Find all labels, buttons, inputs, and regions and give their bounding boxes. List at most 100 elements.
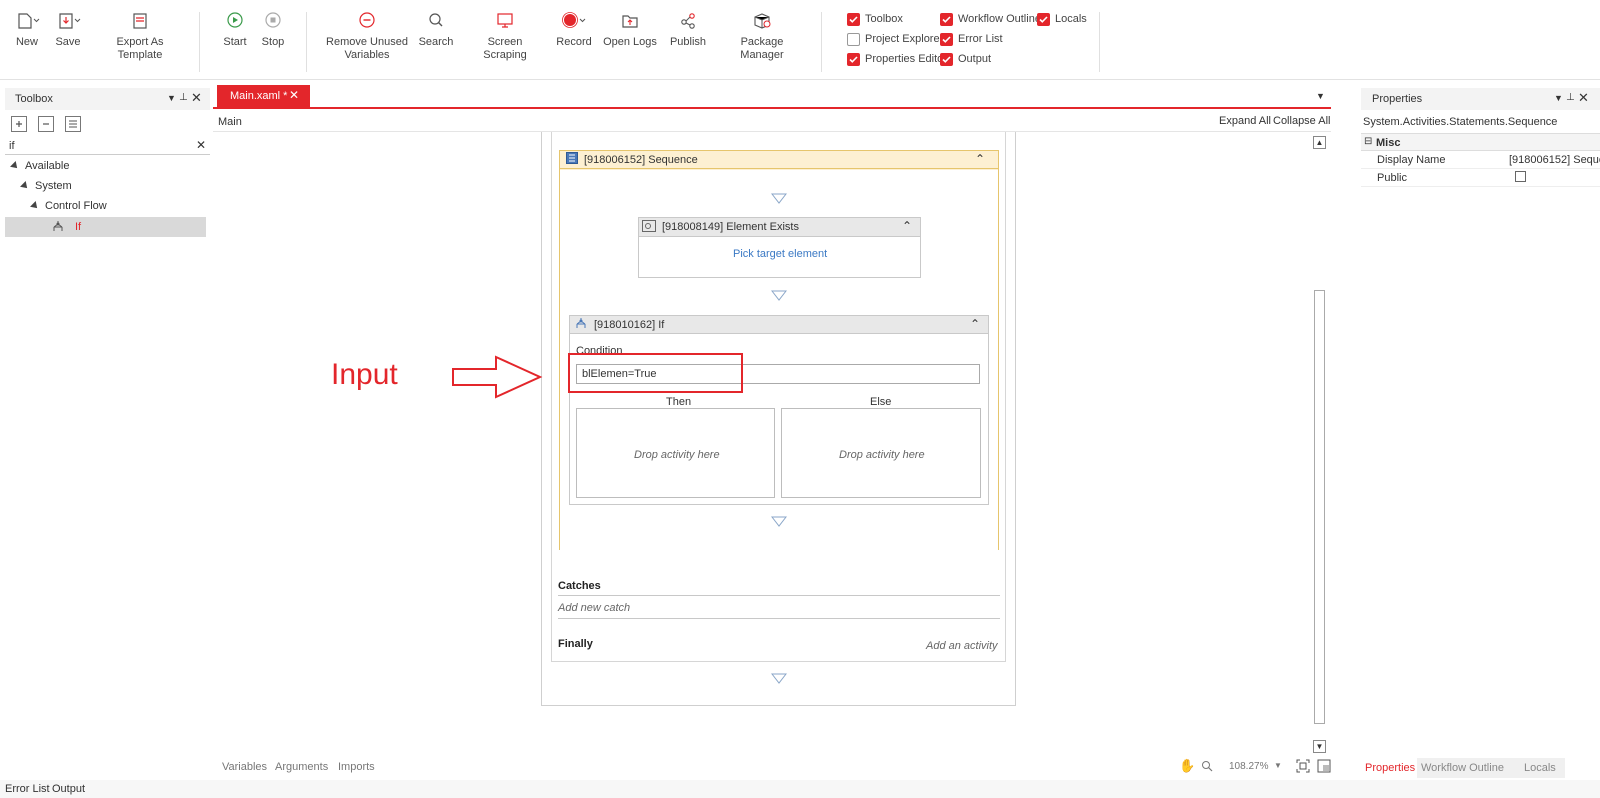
designer-scrollbar[interactable]: ▲ ▼ [1313, 136, 1326, 756]
collapse-icon[interactable]: ⌃ [970, 317, 980, 331]
toolbox-toggle[interactable]: Toolbox [847, 12, 903, 26]
remove-unused-variables-button[interactable]: Remove Unused Variables [325, 10, 409, 62]
catches-label: Catches [558, 580, 601, 592]
search-button[interactable]: Search [418, 10, 454, 49]
collapse-all-link[interactable]: Collapse All [1273, 115, 1330, 127]
close-icon[interactable]: ✕ [1578, 90, 1589, 106]
else-drop-zone[interactable]: Drop activity here [781, 408, 981, 498]
tab-locals[interactable]: Locals [1519, 758, 1565, 778]
properties-editor-toggle-label: Properties Editor [865, 53, 947, 65]
screen-scraping-button[interactable]: Screen Scraping [466, 10, 544, 62]
expand-all-link[interactable]: Expand All [1219, 115, 1271, 127]
then-drop-zone[interactable]: Drop activity here [576, 408, 775, 498]
category-collapse-icon[interactable]: ⊟ [1364, 136, 1372, 147]
output-tab[interactable]: Output [52, 783, 85, 795]
element-exists-activity[interactable]: [918008149] Element Exists ⌃ Pick target… [638, 217, 921, 278]
collapse-icon[interactable]: ⌃ [975, 152, 985, 166]
panel-menu-icon[interactable]: ▼ [167, 93, 176, 103]
tab-overflow-icon[interactable]: ▼ [1316, 91, 1325, 101]
locals-toggle[interactable]: Locals [1037, 12, 1087, 26]
publish-label: Publish [669, 36, 707, 48]
start-button[interactable]: Start [220, 10, 250, 49]
package-manager-button[interactable]: Package Manager [718, 10, 806, 62]
ribbon-separator [199, 12, 200, 72]
sequence-icon [566, 152, 578, 167]
drop-arrow-icon[interactable] [771, 290, 787, 301]
package-manager-label: Package Manager [740, 36, 784, 61]
toolbox-search-input[interactable]: if ✕ [5, 137, 210, 155]
project-explorer-toggle-label: Project Explorer [865, 33, 944, 45]
new-button[interactable]: New [12, 10, 42, 49]
folder-icon [603, 10, 657, 36]
scroll-thumb[interactable] [1314, 290, 1325, 724]
zoom-icon[interactable] [1200, 759, 1214, 776]
ribbon-separator [306, 12, 307, 72]
if-activity-icon [574, 317, 588, 333]
category-misc[interactable]: ⊟ Misc [1361, 133, 1600, 151]
tree-item-if[interactable]: If [5, 217, 206, 237]
zoom-dropdown-icon[interactable]: ▼ [1274, 761, 1282, 770]
tab-locals-label: Locals [1524, 762, 1556, 774]
public-checkbox[interactable] [1515, 171, 1526, 182]
open-logs-button[interactable]: Open Logs [603, 10, 657, 49]
tree-item-available[interactable]: Available [10, 156, 69, 176]
add-activity-link[interactable]: Add an activity [926, 640, 998, 652]
tab-properties[interactable]: Properties [1365, 762, 1415, 774]
expand-all-icon[interactable] [11, 116, 27, 132]
arguments-tab[interactable]: Arguments [275, 761, 328, 773]
expanded-icon [10, 161, 20, 171]
tree-item-system-label: System [35, 180, 72, 192]
checkbox-checked-icon [847, 52, 860, 66]
collapse-icon[interactable]: ⌃ [902, 219, 912, 233]
collapse-all-icon[interactable] [38, 116, 54, 132]
tree-item-control-flow[interactable]: Control Flow [30, 196, 107, 216]
imports-tab[interactable]: Imports [338, 761, 375, 773]
template-icon [95, 10, 185, 36]
drop-arrow-icon[interactable] [771, 193, 787, 204]
list-view-icon[interactable] [65, 116, 81, 132]
tab-main-xaml[interactable]: Main.xaml * ✕ [217, 85, 310, 107]
tree-item-system[interactable]: System [20, 176, 72, 196]
search-label: Search [418, 36, 454, 48]
save-button[interactable]: Save [53, 10, 83, 49]
pin-icon[interactable]: ⊥ [179, 92, 188, 103]
breadcrumb[interactable]: Main [218, 116, 242, 128]
record-button[interactable]: Record [556, 10, 592, 49]
checkbox-checked-icon [940, 12, 953, 26]
zoom-level[interactable]: 108.27% [1229, 761, 1268, 772]
overview-icon[interactable] [1317, 759, 1331, 776]
if-activity[interactable]: [918010162] If ⌃ Condition blElemen=True… [569, 315, 989, 505]
error-list-tab[interactable]: Error List [5, 783, 50, 795]
property-row-public: Public [1361, 169, 1600, 187]
element-exists-title: [918008149] Element Exists [662, 221, 799, 233]
display-name-value[interactable]: [918006152] Seque [1509, 154, 1600, 166]
panel-menu-icon[interactable]: ▼ [1554, 93, 1563, 103]
pin-icon[interactable]: ⊥ [1566, 92, 1575, 103]
tab-workflow-outline[interactable]: Workflow Outline [1417, 758, 1519, 778]
scroll-up-icon[interactable]: ▲ [1313, 136, 1326, 149]
annotation-arrow-icon [452, 355, 543, 399]
error-list-toggle[interactable]: Error List [940, 32, 1003, 46]
close-tab-icon[interactable]: ✕ [289, 88, 299, 102]
clear-search-icon[interactable]: ✕ [196, 138, 206, 152]
properties-editor-toggle[interactable]: Properties Editor [847, 52, 947, 66]
publish-button[interactable]: Publish [668, 10, 708, 49]
scroll-down-icon[interactable]: ▼ [1313, 740, 1326, 753]
pan-hand-icon[interactable]: ✋ [1179, 758, 1195, 774]
new-label: New [15, 36, 38, 48]
fit-to-screen-icon[interactable] [1296, 759, 1310, 776]
variables-tab[interactable]: Variables [222, 761, 267, 773]
stop-button[interactable]: Stop [258, 10, 288, 49]
drop-arrow-icon[interactable] [771, 516, 787, 527]
project-explorer-toggle[interactable]: Project Explorer [847, 32, 943, 46]
export-template-button[interactable]: Export As Template [95, 10, 185, 62]
output-toggle[interactable]: Output [940, 52, 991, 66]
pick-target-link[interactable]: Pick target element [733, 248, 827, 260]
new-file-icon [12, 10, 42, 36]
add-new-catch-link[interactable]: Add new catch [558, 602, 630, 614]
workflow-outline-toggle[interactable]: Workflow Outline [940, 12, 1041, 26]
element-exists-header: [918008149] Element Exists ⌃ [639, 218, 920, 237]
close-icon[interactable]: ✕ [191, 90, 202, 106]
properties-panel: Properties ▼ ⊥ ✕ System.Activities.State… [1361, 88, 1600, 778]
drop-arrow-icon[interactable] [771, 673, 787, 684]
